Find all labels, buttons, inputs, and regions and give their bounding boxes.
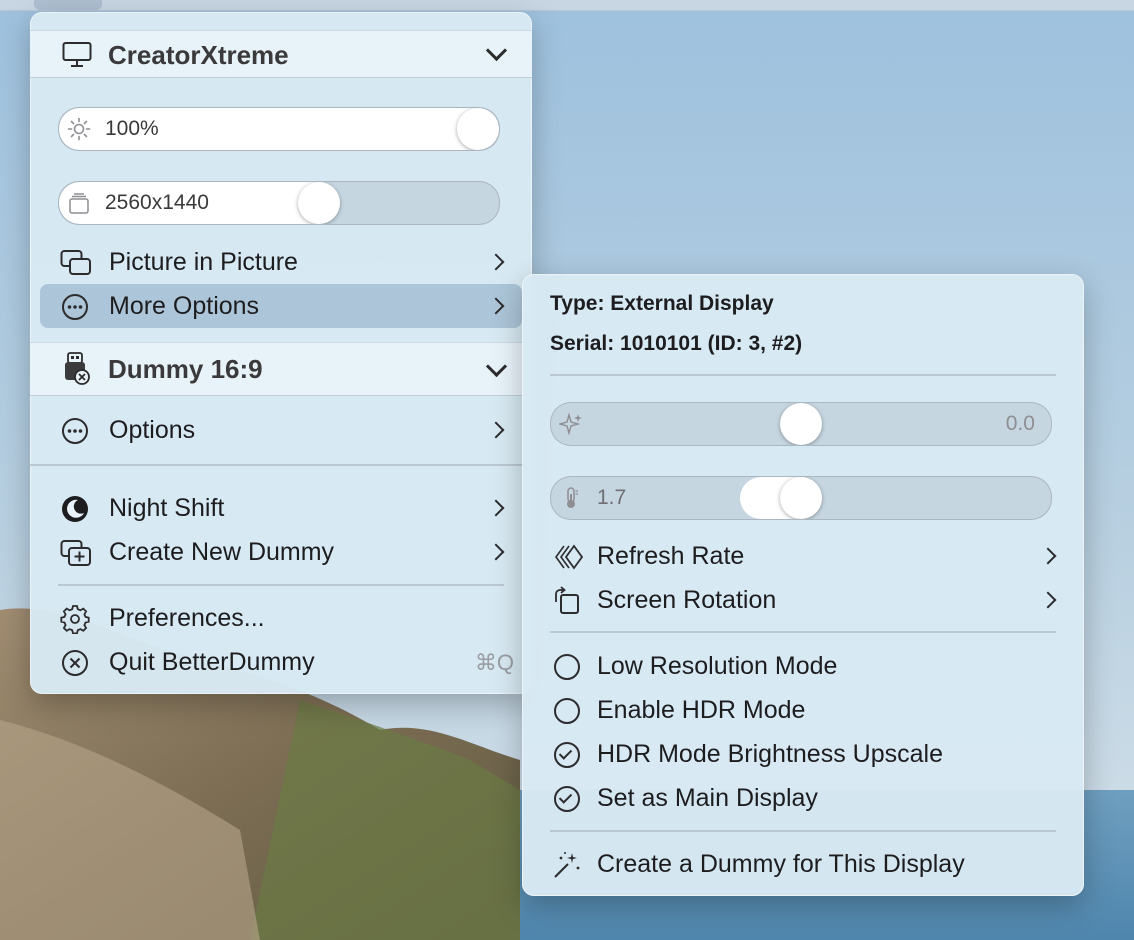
menu-item-label: Create a Dummy for This Display [597, 850, 965, 878]
dummy-header[interactable]: Dummy 16:9 [30, 342, 532, 396]
display-header[interactable]: CreatorXtreme [30, 30, 532, 78]
chevron-down-icon [485, 39, 508, 62]
chevron-right-icon [487, 499, 505, 517]
menu-item-label: Create New Dummy [109, 538, 335, 566]
sharpness-value: 0.0 [1005, 412, 1035, 435]
chevron-right-icon [487, 543, 505, 561]
menu-item-preferences[interactable]: Preferences... [40, 596, 522, 640]
menu-item-label: Quit BetterDummy [109, 648, 315, 676]
sun-icon [67, 117, 91, 141]
gamma-slider-knob[interactable] [780, 477, 822, 519]
display-stack-icon [67, 191, 91, 215]
gamma-value: 1.7 [597, 486, 627, 509]
menu-item-label: Options [109, 416, 196, 444]
checkbox-circle-icon [554, 698, 580, 724]
checkbox-circle-icon [554, 654, 580, 680]
more-options-submenu: Type: External Display Serial: 1010101 (… [522, 274, 1084, 896]
checkmark-circle-icon [554, 786, 580, 812]
moon-icon [60, 494, 90, 524]
sharpness-slider-knob[interactable] [780, 403, 822, 445]
brightness-slider-knob[interactable] [457, 108, 499, 150]
section-separator [58, 584, 504, 586]
menu-item-picture-in-picture[interactable]: Picture in Picture [40, 240, 522, 284]
picture-in-picture-icon [60, 248, 91, 278]
option-hdr-brightness-upscale[interactable]: HDR Mode Brightness Upscale [532, 732, 1074, 776]
menu-item-label: Refresh Rate [597, 542, 745, 570]
sparkle-icon [559, 412, 583, 436]
menu-item-options[interactable]: Options [40, 408, 522, 452]
resolution-value: 2560x1440 [105, 191, 209, 214]
menu-item-quit[interactable]: Quit BetterDummy ⌘Q [40, 640, 522, 684]
section-separator [30, 464, 532, 466]
menu-bar-app-icon[interactable] [34, 0, 102, 10]
chevron-right-icon [1039, 547, 1057, 565]
display-type: Type: External Display [550, 292, 774, 315]
menu-item-label: Picture in Picture [109, 248, 298, 276]
menu-item-label: More Options [109, 292, 260, 320]
thermometer-icon [559, 486, 583, 510]
sharpness-slider[interactable]: 0.0 [550, 402, 1052, 446]
option-label: Set as Main Display [597, 784, 818, 812]
resolution-slider-knob[interactable] [298, 182, 340, 224]
rotate-icon [552, 586, 582, 616]
chevron-right-icon [487, 253, 505, 271]
option-enable-hdr-mode[interactable]: Enable HDR Mode [532, 688, 1074, 732]
option-label: Enable HDR Mode [597, 696, 806, 724]
brightness-slider[interactable]: 100% [58, 107, 500, 151]
keyboard-shortcut: ⌘Q [474, 650, 514, 675]
resolution-slider[interactable]: 2560x1440 [58, 181, 500, 225]
menu-item-create-dummy-for-display[interactable]: Create a Dummy for This Display [532, 842, 1074, 886]
option-label: Low Resolution Mode [597, 652, 838, 680]
menu-item-refresh-rate[interactable]: Refresh Rate [532, 534, 1074, 578]
add-display-icon [60, 538, 91, 568]
display-name: CreatorXtreme [108, 40, 289, 70]
menu-bar [0, 0, 1134, 11]
menu-item-label: Night Shift [109, 494, 225, 522]
section-separator [550, 374, 1056, 376]
option-set-as-main-display[interactable]: Set as Main Display [532, 776, 1074, 820]
chevron-right-icon [487, 421, 505, 439]
close-circle-icon [60, 648, 90, 678]
chevron-right-icon [1039, 591, 1057, 609]
dummy-display-icon [62, 352, 92, 386]
checkmark-circle-icon [554, 742, 580, 768]
option-label: HDR Mode Brightness Upscale [597, 740, 943, 768]
gear-icon [60, 604, 90, 634]
ellipsis-circle-icon [60, 292, 90, 322]
menu-item-label: Screen Rotation [597, 586, 777, 614]
menu-item-screen-rotation[interactable]: Screen Rotation [532, 578, 1074, 622]
option-low-resolution-mode[interactable]: Low Resolution Mode [532, 644, 1074, 688]
chevron-right-icon [487, 297, 505, 315]
section-separator [550, 830, 1056, 832]
monitor-icon [62, 41, 92, 69]
menu-item-night-shift[interactable]: Night Shift [40, 486, 522, 530]
main-menu: CreatorXtreme 100% 2560x1440 Picture in … [30, 12, 532, 694]
ellipsis-circle-icon [60, 416, 90, 446]
brightness-value: 100% [105, 117, 159, 140]
dummy-name: Dummy 16:9 [108, 354, 263, 384]
magic-sparkles-icon [552, 850, 582, 880]
refresh-rate-icon [552, 542, 584, 572]
menu-item-label: Preferences... [109, 604, 265, 632]
display-serial: Serial: 1010101 (ID: 3, #2) [550, 332, 803, 355]
chevron-down-icon [485, 355, 508, 378]
section-separator [550, 631, 1056, 633]
menu-item-more-options[interactable]: More Options [40, 284, 522, 328]
gamma-slider[interactable]: 1.7 [550, 476, 1052, 520]
menu-item-create-new-dummy[interactable]: Create New Dummy [40, 530, 522, 574]
